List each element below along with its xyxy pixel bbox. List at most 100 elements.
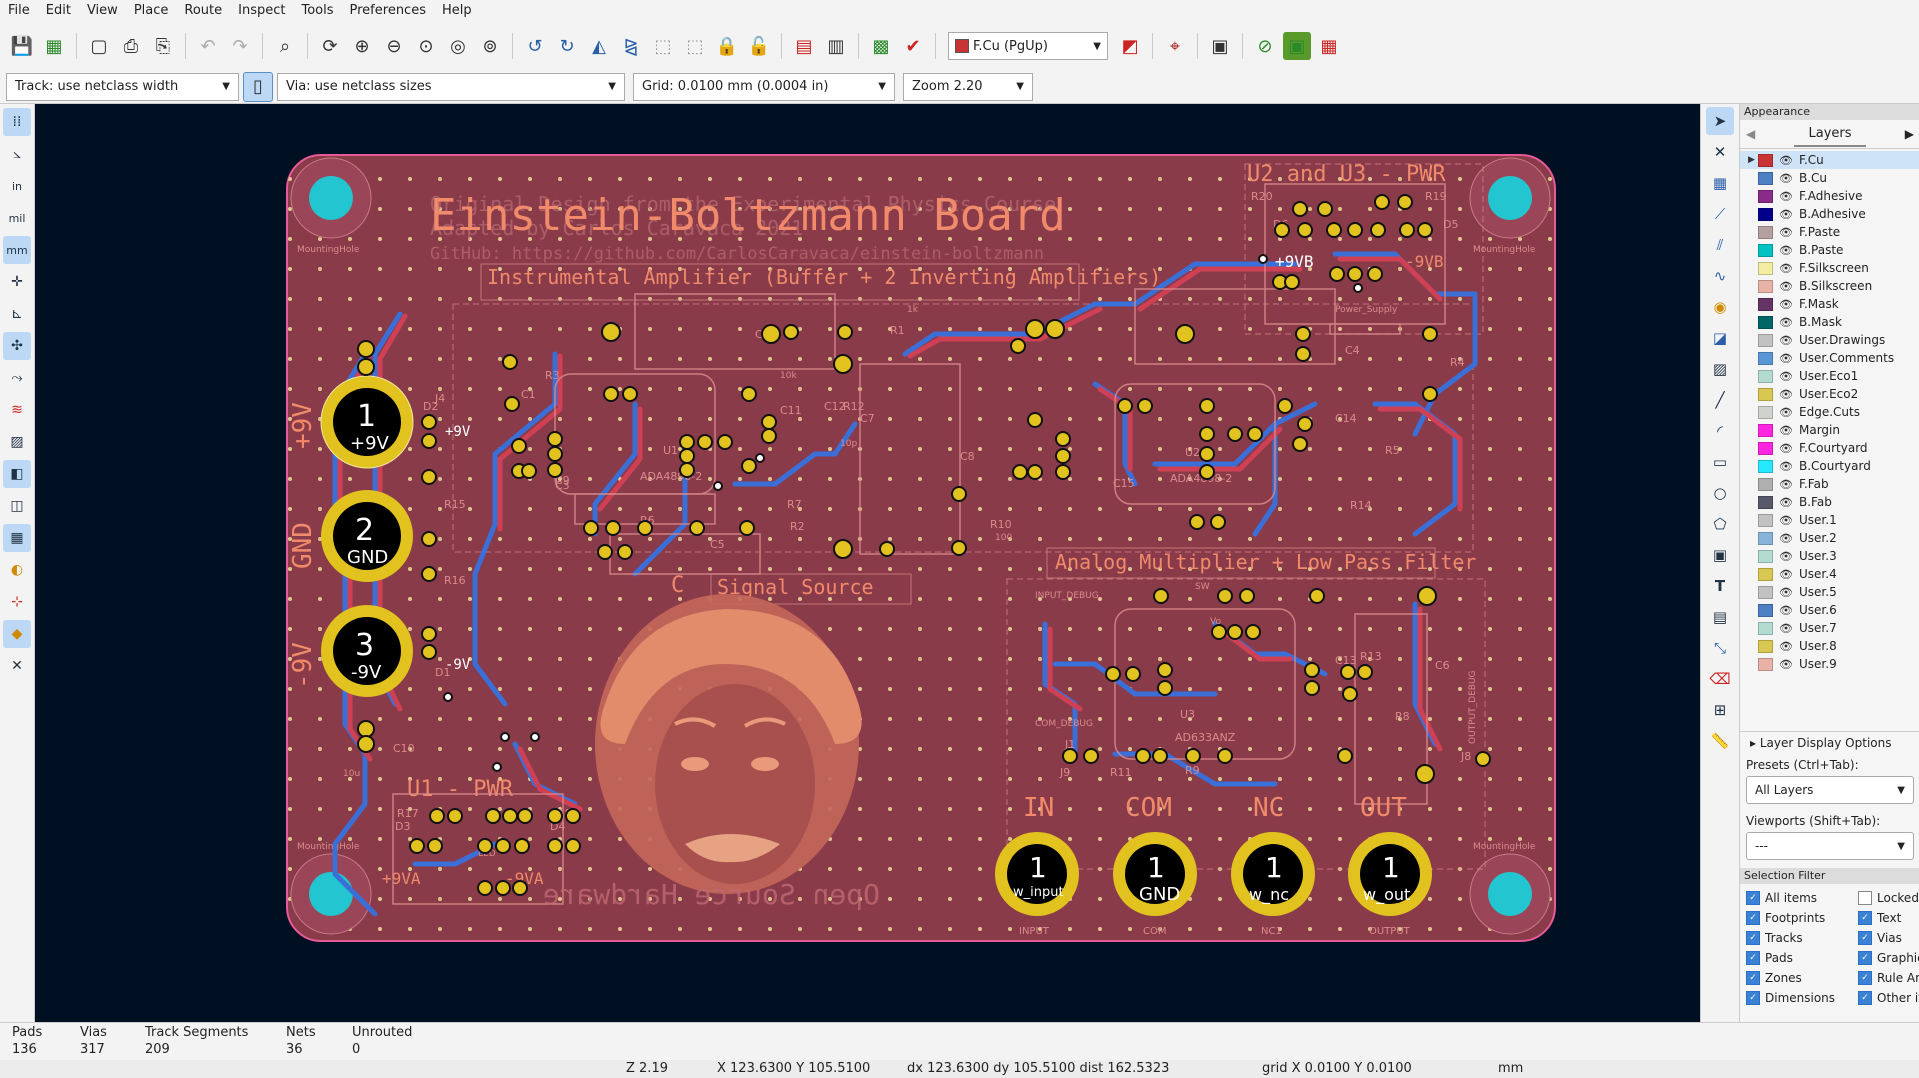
checkbox[interactable]: ✓ [1858, 951, 1872, 965]
via-outline-icon[interactable]: ◫ [3, 492, 31, 520]
layer-row[interactable]: 👁 Edge.Cuts [1740, 403, 1919, 421]
group-icon[interactable]: ⬚ [649, 32, 677, 60]
visibility-eye-icon[interactable]: 👁 [1779, 388, 1793, 401]
track-width-dropdown[interactable]: Track: use netclass width ▼ [6, 72, 239, 101]
visibility-eye-icon[interactable]: 👁 [1779, 550, 1793, 563]
route-track-icon[interactable]: ⟋ [1706, 200, 1734, 228]
layer-row[interactable]: 👁 F.Courtyard [1740, 439, 1919, 457]
filter-graphics[interactable]: ✓ Graphics [1858, 948, 1919, 968]
select-icon[interactable]: ➤ [1706, 107, 1734, 135]
netlist-icon[interactable]: ▤ [790, 32, 818, 60]
footprint-icon[interactable]: ▦ [1706, 169, 1734, 197]
zoom-fit-icon[interactable]: ⊙ [412, 32, 440, 60]
grid-icon[interactable]: ⁞⁞ [3, 108, 31, 136]
image-icon[interactable]: ▣ [1706, 541, 1734, 569]
layer-color-swatch[interactable] [1758, 297, 1773, 311]
filter-text[interactable]: ✓ Text [1858, 908, 1919, 928]
layer-row[interactable]: 👁 User.9 [1740, 655, 1919, 673]
visibility-eye-icon[interactable]: 👁 [1779, 478, 1793, 491]
layer-color-swatch[interactable] [1758, 405, 1773, 419]
checkbox[interactable]: ✓ [1746, 931, 1760, 945]
visibility-eye-icon[interactable]: 👁 [1779, 370, 1793, 383]
presets-dropdown[interactable]: All Layers ▼ [1746, 776, 1914, 804]
checkbox[interactable]: ✓ [1746, 911, 1760, 925]
units-mm-button[interactable]: mm [3, 236, 31, 264]
checkbox[interactable]: ✓ [1746, 891, 1760, 905]
filter-tracks[interactable]: ✓ Tracks [1746, 928, 1858, 948]
layer-color-swatch[interactable] [1758, 261, 1773, 275]
layer-color-swatch[interactable] [1758, 621, 1773, 635]
drc-icon[interactable]: ✔ [899, 32, 927, 60]
layer-row[interactable]: 👁 User.3 [1740, 547, 1919, 565]
layer-color-swatch[interactable] [1758, 225, 1773, 239]
visibility-eye-icon[interactable]: 👁 [1779, 442, 1793, 455]
zone-icon[interactable]: ◪ [1706, 324, 1734, 352]
line-icon[interactable]: ╱ [1706, 386, 1734, 414]
layer-row[interactable]: 👁 F.Paste [1740, 223, 1919, 241]
units-mil-button[interactable]: mil [3, 204, 31, 232]
circle-icon[interactable]: ○ [1706, 479, 1734, 507]
visibility-eye-icon[interactable]: 👁 [1779, 586, 1793, 599]
auto-track-width-icon[interactable]: ▯ [243, 71, 273, 102]
visibility-eye-icon[interactable]: 👁 [1779, 514, 1793, 527]
visibility-eye-icon[interactable]: 👁 [1779, 190, 1793, 203]
layer-color-swatch[interactable] [1758, 153, 1773, 167]
visibility-eye-icon[interactable]: 👁 [1779, 460, 1793, 473]
rotate-ccw-icon[interactable]: ↺ [521, 32, 549, 60]
filter-footprints[interactable]: ✓ Footprints [1746, 908, 1858, 928]
layer-row[interactable]: 👁 User.Eco1 [1740, 367, 1919, 385]
visibility-eye-icon[interactable]: 👁 [1779, 640, 1793, 653]
plugin2-icon[interactable]: ▦ [1315, 32, 1343, 60]
text-icon[interactable]: T [1706, 572, 1734, 600]
dimension-icon[interactable]: ⤡ [1706, 634, 1734, 662]
visibility-eye-icon[interactable]: 👁 [1779, 172, 1793, 185]
layer-row[interactable]: 👁 B.Mask [1740, 313, 1919, 331]
layer-color-swatch[interactable] [1758, 531, 1773, 545]
checkbox[interactable]: ✓ [1746, 991, 1760, 1005]
schematic-icon[interactable]: ⌖ [1161, 32, 1189, 60]
layer-color-swatch[interactable] [1758, 639, 1773, 653]
menu-inspect[interactable]: Inspect [230, 0, 293, 22]
filter-pads[interactable]: ✓ Pads [1746, 948, 1858, 968]
layer-row[interactable]: 👁 F.Adhesive [1740, 187, 1919, 205]
filter-rule-areas[interactable]: ✓ Rule Areas [1858, 968, 1919, 988]
visibility-eye-icon[interactable]: 👁 [1779, 406, 1793, 419]
update-pcb-icon[interactable]: ▩ [867, 32, 895, 60]
track-outline-icon[interactable]: ▦ [3, 524, 31, 552]
visibility-eye-icon[interactable]: 👁 [1779, 226, 1793, 239]
zoom-dropdown[interactable]: Zoom 2.20 ▼ [903, 72, 1033, 101]
layer-row[interactable]: 👁 F.Silkscreen [1740, 259, 1919, 277]
measure-tool-icon[interactable]: 📏 [1706, 727, 1734, 755]
layer-color-swatch[interactable] [1758, 333, 1773, 347]
plugin-icon[interactable]: ▣ [1283, 32, 1311, 60]
layer-row[interactable]: 👁 User.6 [1740, 601, 1919, 619]
rectangle-icon[interactable]: ▭ [1706, 448, 1734, 476]
print-icon[interactable]: ⎙ [117, 32, 145, 60]
net-highlight-icon[interactable]: ≋ [3, 396, 31, 424]
undo-icon[interactable]: ↶ [194, 32, 222, 60]
visibility-eye-icon[interactable]: 👁 [1779, 208, 1793, 221]
flip-icon[interactable]: ◭ [585, 32, 613, 60]
tab-layers[interactable]: Layers [1794, 122, 1866, 147]
zoom-objects-icon[interactable]: ◎ [444, 32, 472, 60]
layer-row[interactable]: 👁 User.1 [1740, 511, 1919, 529]
visibility-eye-icon[interactable]: 👁 [1779, 334, 1793, 347]
layer-row[interactable]: 👁 B.Courtyard [1740, 457, 1919, 475]
zoom-selection-icon[interactable]: ⊚ [476, 32, 504, 60]
layer-color-swatch[interactable] [1758, 513, 1773, 527]
checkbox[interactable]: ✓ [1746, 971, 1760, 985]
menu-tools[interactable]: Tools [293, 0, 341, 22]
cursor-icon[interactable]: ✛ [3, 268, 31, 296]
visibility-eye-icon[interactable]: 👁 [1779, 298, 1793, 311]
layer-row[interactable]: 👁 User.5 [1740, 583, 1919, 601]
rotate-cw-icon[interactable]: ↻ [553, 32, 581, 60]
rule-area-icon[interactable]: ▨ [1706, 355, 1734, 383]
menu-help[interactable]: Help [434, 0, 480, 22]
arc-icon[interactable]: ◜ [1706, 417, 1734, 445]
tab-next-icon[interactable]: ▶ [1905, 127, 1914, 141]
filter-all-items[interactable]: ✓ All items [1746, 888, 1858, 908]
layer-color-swatch[interactable] [1758, 171, 1773, 185]
layer-row[interactable]: 👁 B.Paste [1740, 241, 1919, 259]
layer-row[interactable]: 👁 B.Adhesive [1740, 205, 1919, 223]
menu-view[interactable]: View [79, 0, 126, 22]
